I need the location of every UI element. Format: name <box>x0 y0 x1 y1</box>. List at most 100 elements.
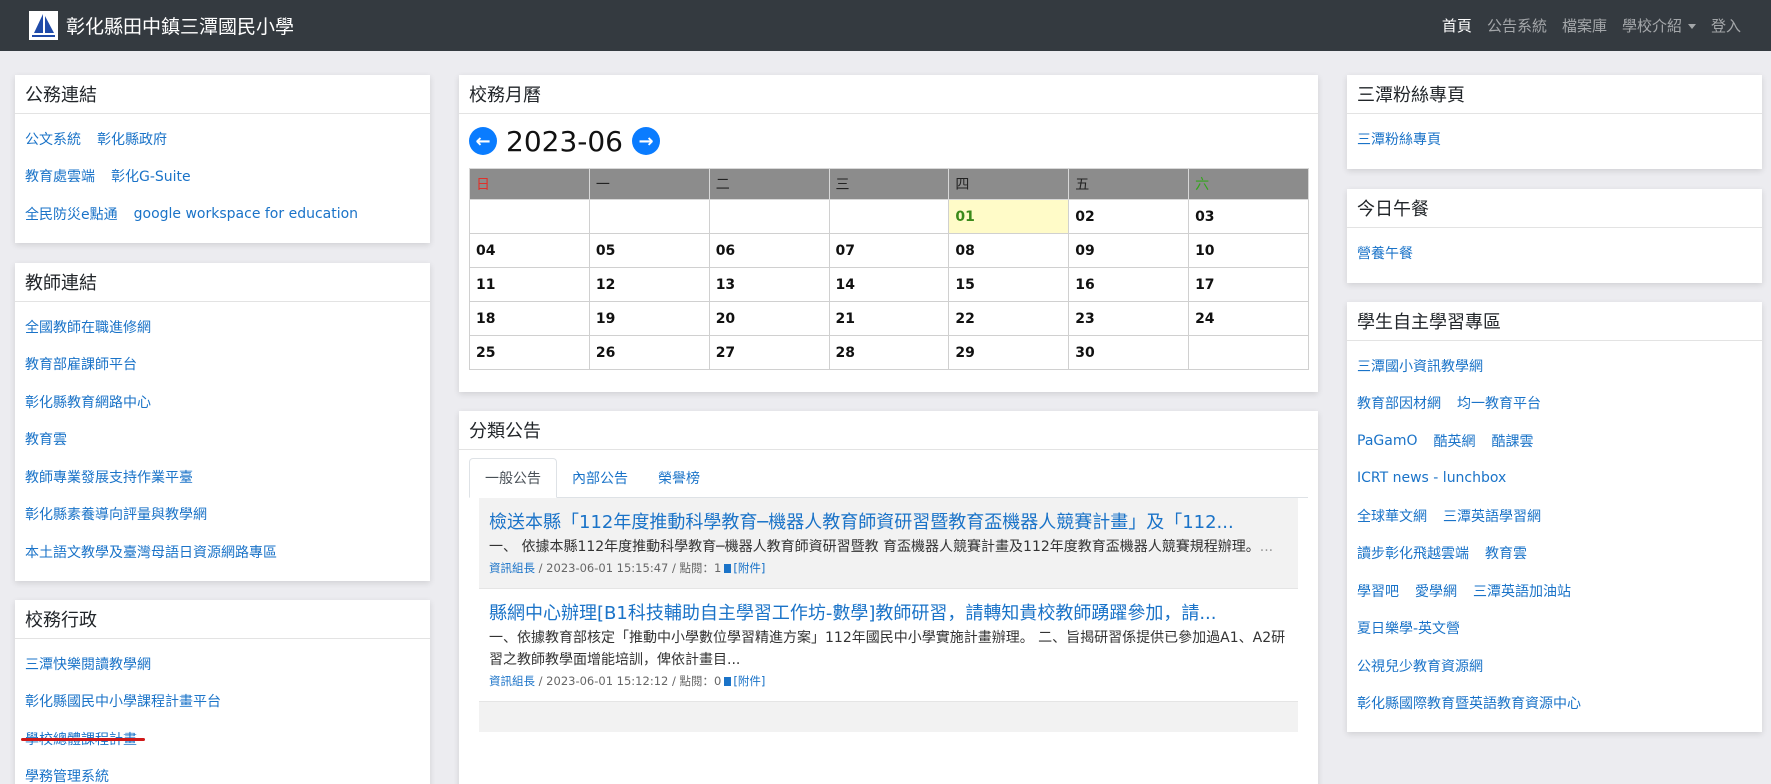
link-row: 彰化縣國際教育暨英語教育資源中心 <box>1357 685 1752 723</box>
link-junyi-academy[interactable]: 均一教育平台 <box>1457 393 1541 413</box>
link-reading-cloud[interactable]: 讀步彰化飛越雲端 <box>1357 543 1469 563</box>
link-disaster-prevention[interactable]: 全民防災e點通 <box>25 204 118 224</box>
link-student-affairs-system[interactable]: 學務管理系統 <box>25 766 109 784</box>
link-santan-it-teaching[interactable]: 三潭國小資訊教學網 <box>1357 356 1483 376</box>
official-links-list: 公文系統 彰化縣政府 教育處雲端 彰化G-Suite 全民防災e點通 googl… <box>15 114 430 233</box>
link-google-workspace[interactable]: google workspace for education <box>134 206 358 222</box>
calendar-day[interactable]: 26 <box>588 335 710 370</box>
nav-file-library[interactable]: 檔案庫 <box>1562 15 1607 36</box>
link-santan-english-boost[interactable]: 三潭英語加油站 <box>1473 581 1571 601</box>
link-document-system[interactable]: 公文系統 <box>25 129 81 149</box>
calendar-day[interactable]: 22 <box>948 301 1070 336</box>
announcement-author[interactable]: 資訊組長 <box>489 561 535 575</box>
nav-school-intro-dropdown[interactable]: 學校介紹 <box>1622 15 1696 36</box>
calendar-day[interactable]: 09 <box>1068 233 1190 268</box>
fans-page-card: 三潭粉絲專頁 三潭粉絲專頁 <box>1347 75 1762 169</box>
attachment-link[interactable]: [附件] <box>733 674 765 688</box>
link-changhua-county-gov[interactable]: 彰化縣政府 <box>97 129 167 149</box>
link-cool-class-cloud[interactable]: 酷課雲 <box>1491 431 1533 451</box>
link-row: 全國教師在職進修網 <box>25 308 420 346</box>
link-global-chinese[interactable]: 全球華文網 <box>1357 506 1427 526</box>
tab-internal[interactable]: 內部公告 <box>557 458 643 497</box>
calendar-day[interactable]: 30 <box>1068 335 1190 370</box>
link-pagamo[interactable]: PaGamO <box>1357 433 1417 449</box>
link-row: PaGamO 酷英網 酷課雲 <box>1357 422 1752 460</box>
weekday-saturday: 六 <box>1188 168 1309 200</box>
tab-honor-roll[interactable]: 榮譽榜 <box>643 458 715 497</box>
link-curriculum-platform[interactable]: 彰化縣國民中小學課程計畫平台 <box>25 691 221 711</box>
calendar-day[interactable]: 20 <box>708 301 830 336</box>
calendar-day[interactable]: 05 <box>588 233 710 268</box>
link-santan-english[interactable]: 三潭英語學習網 <box>1443 506 1541 526</box>
calendar-day-today[interactable]: 01 <box>948 199 1070 234</box>
arrow-right-icon[interactable]: → <box>632 127 660 155</box>
link-hired-teacher-platform[interactable]: 教育部雇課師平台 <box>25 354 137 374</box>
link-changhua-network-center[interactable]: 彰化縣教育網路中心 <box>25 392 151 412</box>
calendar-day[interactable]: 10 <box>1188 233 1309 268</box>
brand[interactable]: 彰化縣田中鎮三潭國民小學 <box>29 11 294 40</box>
calendar-week: 25 26 27 28 29 30 <box>469 335 1309 370</box>
calendar-day[interactable]: 19 <box>588 301 710 336</box>
nav-announcements[interactable]: 公告系統 <box>1487 15 1547 36</box>
announcement-excerpt: 一、依據教育部核定「推動中小學數位學習精進方案」112年國民中小學實施計畫辦理。… <box>489 630 1286 668</box>
link-summer-english-camp[interactable]: 夏日樂學-英文營 <box>1357 618 1460 638</box>
link-pts-kids[interactable]: 公視兒少教育資源網 <box>1357 656 1483 676</box>
announcement-title[interactable]: 檢送本縣「112年度推動科學教育─機器人教育師資研習暨教育盃機器人競賽計畫」及「… <box>489 508 1288 534</box>
link-cool-english[interactable]: 酷英網 <box>1433 431 1475 451</box>
link-row: 彰化縣教育網路中心 <box>25 383 420 421</box>
link-native-language[interactable]: 本土語文教學及臺灣母語日資源網路專區 <box>25 542 277 562</box>
weekday-friday: 五 <box>1068 168 1190 200</box>
calendar-day[interactable]: 21 <box>828 301 950 336</box>
calendar-day[interactable]: 15 <box>948 267 1070 302</box>
calendar-day[interactable]: 14 <box>828 267 950 302</box>
link-icrt-lunchbox[interactable]: ICRT news - lunchbox <box>1357 470 1506 486</box>
link-intl-english-center[interactable]: 彰化縣國際教育暨英語教育資源中心 <box>1357 693 1581 713</box>
link-i-learn[interactable]: 愛學網 <box>1415 581 1457 601</box>
calendar-day[interactable]: 08 <box>948 233 1070 268</box>
calendar-day[interactable]: 02 <box>1068 199 1190 234</box>
calendar-body: ← 2023-06 → 日 一 二 三 四 五 六 01 02 03 04 05… <box>459 122 1318 370</box>
announcement-title[interactable]: 縣網中心辦理[B1科技輔助自主學習工作坊-數學]教師研習，請轉知貴校教師踴躍參加… <box>489 599 1288 625</box>
link-literacy-assessment[interactable]: 彰化縣素養導向評量與教學網 <box>25 504 207 524</box>
link-adaptive-learning[interactable]: 教育部因材網 <box>1357 393 1441 413</box>
self-learning-list: 三潭國小資訊教學網 教育部因材網 均一教育平台 PaGamO 酷英網 酷課雲 I… <box>1347 341 1762 722</box>
link-nutrition-lunch[interactable]: 營養午餐 <box>1357 243 1413 263</box>
link-row: 三潭國小資訊教學網 <box>1357 347 1752 385</box>
calendar-day[interactable]: 23 <box>1068 301 1190 336</box>
link-happy-reading[interactable]: 三潭快樂閱讀教學網 <box>25 654 151 674</box>
link-teacher-development[interactable]: 教師專業發展支持作業平臺 <box>25 467 193 487</box>
calendar-day[interactable]: 18 <box>469 301 590 336</box>
calendar-day[interactable]: 13 <box>708 267 830 302</box>
calendar-day[interactable]: 27 <box>708 335 830 370</box>
calendar-day[interactable]: 25 <box>469 335 590 370</box>
nav-login[interactable]: 登入 <box>1711 15 1741 36</box>
calendar-day[interactable]: 28 <box>828 335 950 370</box>
link-education-cloud-3[interactable]: 教育雲 <box>1485 543 1527 563</box>
arrow-left-icon[interactable]: ← <box>469 127 497 155</box>
read-more-ellipsis[interactable]: ... <box>1260 539 1273 555</box>
calendar-day[interactable]: 04 <box>469 233 590 268</box>
link-learn-bar[interactable]: 學習吧 <box>1357 581 1399 601</box>
link-row: 教育處雲端 彰化G-Suite <box>25 158 420 196</box>
link-changhua-gsuite[interactable]: 彰化G-Suite <box>111 166 191 186</box>
calendar-day[interactable]: 16 <box>1068 267 1190 302</box>
announcement-author[interactable]: 資訊組長 <box>489 674 535 688</box>
link-teacher-training[interactable]: 全國教師在職進修網 <box>25 317 151 337</box>
calendar-day[interactable]: 17 <box>1188 267 1309 302</box>
chevron-down-icon <box>1687 24 1696 29</box>
link-fans-page[interactable]: 三潭粉絲專頁 <box>1357 129 1441 149</box>
calendar-title: 校務月曆 <box>459 75 1318 114</box>
link-education-cloud[interactable]: 教育處雲端 <box>25 166 95 186</box>
link-education-cloud-2[interactable]: 教育雲 <box>25 429 67 449</box>
calendar-day[interactable]: 29 <box>948 335 1070 370</box>
calendar-day[interactable]: 24 <box>1188 301 1309 336</box>
calendar-day[interactable]: 07 <box>828 233 950 268</box>
nav-home[interactable]: 首頁 <box>1442 15 1472 36</box>
calendar-day[interactable]: 11 <box>469 267 590 302</box>
announcements-card: 分類公告 一般公告 內部公告 榮譽榜 檢送本縣「112年度推動科學教育─機器人教… <box>459 411 1318 784</box>
attachment-link[interactable]: [附件] <box>733 561 765 575</box>
calendar-day[interactable]: 06 <box>708 233 830 268</box>
calendar-day[interactable]: 12 <box>588 267 710 302</box>
tab-general[interactable]: 一般公告 <box>469 458 557 498</box>
calendar-day[interactable]: 03 <box>1188 199 1309 234</box>
